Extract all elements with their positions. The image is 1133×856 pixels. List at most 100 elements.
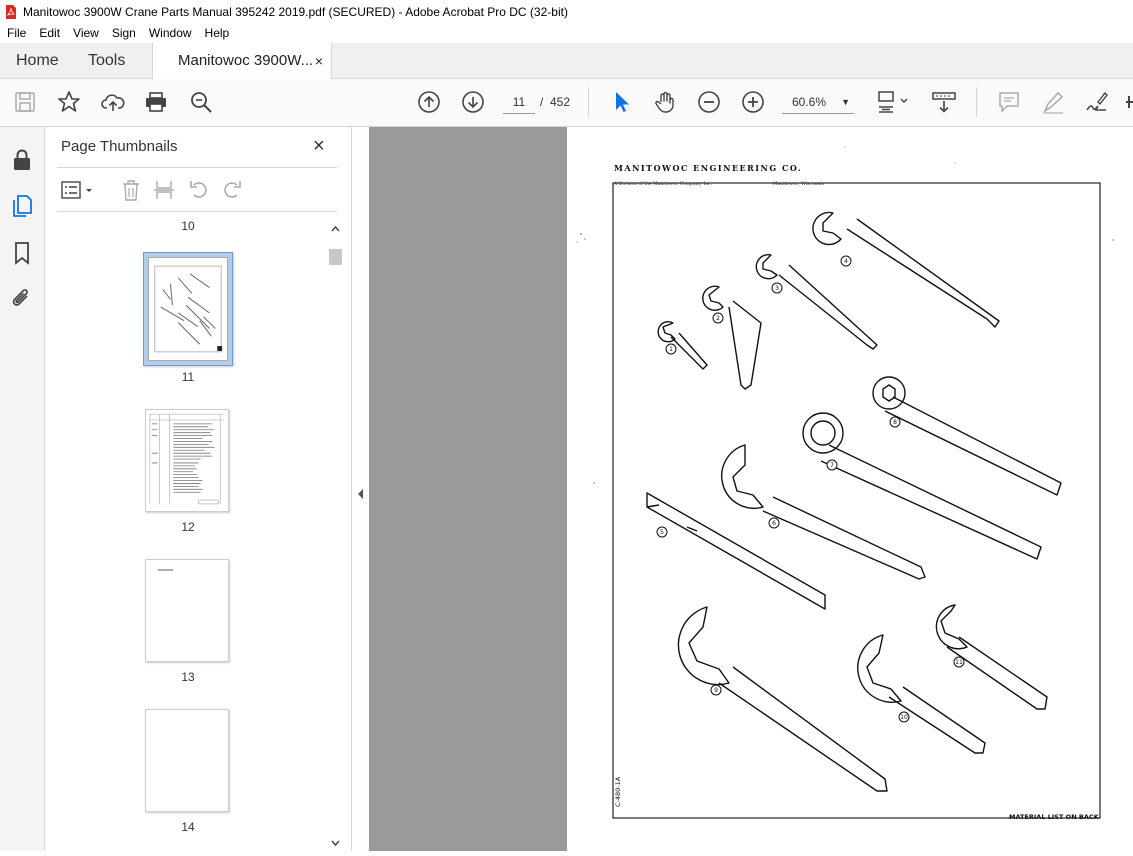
lock-icon[interactable] [9, 147, 35, 173]
chevron-down-icon: ▼ [841, 97, 850, 107]
more-tools-icon[interactable] [1126, 89, 1133, 115]
wrench-drawing-preview [154, 265, 223, 353]
window-title-bar: Manitowoc 3900W Crane Parts Manual 39524… [0, 0, 1133, 23]
menu-sign[interactable]: Sign [105, 26, 142, 40]
hand-icon[interactable] [652, 89, 678, 115]
delete-page-icon[interactable] [120, 179, 142, 201]
zoom-select[interactable]: 60.6% ▼ [782, 90, 854, 114]
callout-1: 1 [669, 346, 673, 353]
document-page[interactable]: MANITOWOC ENGINEERING CO. A Division of … [567, 127, 1133, 851]
options-menu-icon[interactable] [61, 179, 95, 201]
wrench-1 [670, 332, 708, 370]
menu-bar: File Edit View Sign Window Help [0, 23, 1133, 43]
doc-footer: MATERIAL LIST ON BACK [1009, 813, 1100, 821]
wrench-7 [820, 444, 1042, 560]
window-title: Manitowoc 3900W Crane Parts Manual 39524… [23, 4, 568, 19]
wrench-8 [884, 396, 1062, 496]
callout-3: 3 [775, 285, 779, 292]
zoom-out-icon[interactable] [696, 89, 722, 115]
page-thumbnails-icon[interactable] [9, 193, 35, 219]
select-cursor-icon[interactable] [608, 89, 634, 115]
fit-page-icon[interactable] [876, 89, 912, 115]
doc-subheader-right: Manitowoc, Wisconsin [773, 181, 824, 187]
wrench-drawing: MANITOWOC ENGINEERING CO. A Division of … [576, 146, 1114, 821]
doc-header: MANITOWOC ENGINEERING CO. [614, 163, 802, 173]
chevron-left-icon [358, 489, 363, 499]
tab-document-label: Manitowoc 3900W... [178, 52, 314, 69]
scroll-mode-icon[interactable] [930, 89, 958, 115]
rotate-clockwise-icon[interactable] [221, 179, 243, 201]
zoom-value: 60.6% [792, 95, 827, 109]
search-zoom-icon[interactable] [188, 89, 214, 115]
wrench-6 [762, 496, 926, 580]
panel-divider [57, 211, 337, 212]
document-viewer-background [369, 127, 567, 851]
comment-icon[interactable] [996, 89, 1022, 115]
doc-subheader-left: A Division of the Manitowoc Company, Inc… [613, 181, 713, 187]
callout-2: 2 [716, 315, 720, 322]
thumbnail-list: 10 11 12 13 14 [57, 215, 331, 851]
menu-help[interactable]: Help [198, 26, 236, 40]
upload-icon[interactable] [100, 89, 126, 115]
rotate-counterclockwise-icon[interactable] [188, 179, 210, 201]
star-icon[interactable] [56, 89, 82, 115]
wrench-2 [728, 300, 762, 390]
tab-tools[interactable]: Tools [88, 43, 125, 79]
thumbnail-scrollbar[interactable] [328, 222, 343, 851]
toolbar-divider [976, 87, 977, 117]
menu-edit[interactable]: Edit [32, 26, 66, 40]
panel-divider [57, 167, 337, 168]
tab-close-icon[interactable]: × [315, 43, 323, 79]
callout-7: 7 [830, 462, 834, 469]
callout-8: 8 [893, 419, 897, 426]
sign-icon[interactable] [1084, 89, 1110, 115]
thumbnail-page-14[interactable] [145, 709, 229, 812]
thumbnail-page-11[interactable] [143, 252, 233, 366]
thumbnail-label: 11 [181, 370, 195, 384]
thumbnail-page-13[interactable] [145, 559, 229, 662]
thumbnail-label: 14 [181, 820, 195, 834]
callout-6: 6 [772, 520, 776, 527]
page-preview [157, 569, 174, 571]
print-icon[interactable] [143, 89, 169, 115]
callout-4: 4 [844, 258, 848, 265]
thumbnail-page-12[interactable] [145, 409, 229, 512]
zoom-in-icon[interactable] [740, 89, 766, 115]
wrench-5 [646, 492, 826, 610]
menu-file[interactable]: File [0, 26, 32, 40]
save-icon[interactable] [12, 89, 38, 115]
attachment-icon[interactable] [9, 286, 35, 312]
tab-document[interactable]: Manitowoc 3900W... × [152, 43, 332, 80]
page-thumbnails-panel: Page Thumbnails × 10 11 12 13 14 [45, 127, 352, 851]
close-icon[interactable]: × [313, 135, 325, 158]
drawing-frame [612, 182, 1101, 819]
menu-window[interactable]: Window [142, 26, 198, 40]
page-down-icon[interactable] [460, 89, 486, 115]
tab-bar: Home Tools Manitowoc 3900W... × [0, 43, 1133, 80]
menu-view[interactable]: View [66, 26, 105, 40]
extract-page-icon[interactable] [153, 179, 175, 201]
page-up-icon[interactable] [416, 89, 442, 115]
wrench-3 [778, 264, 878, 350]
thumbnail-label: 10 [181, 219, 195, 233]
thumbnail-label: 13 [181, 670, 195, 684]
tab-home[interactable]: Home [16, 43, 59, 79]
callout-9: 9 [714, 687, 718, 694]
thumbnail-label: 12 [181, 520, 195, 534]
panel-collapse-handle[interactable] [352, 127, 369, 851]
panel-title: Page Thumbnails [61, 138, 178, 155]
thumbnail-preview [148, 257, 228, 361]
page-total: 452 [550, 95, 571, 109]
page-number-input[interactable]: 11 [503, 90, 535, 114]
wrench-4 [846, 218, 1000, 328]
doc-side-code: C-480-1A [614, 776, 622, 807]
page-separator: / [540, 95, 544, 109]
toolbar-divider [588, 87, 589, 117]
callout-10: 10 [900, 714, 908, 721]
scroll-up-icon [331, 225, 340, 232]
bookmark-icon[interactable] [9, 240, 35, 266]
parts-list-preview [149, 413, 225, 505]
callout-11: 11 [955, 659, 963, 666]
scrollbar-thumb [329, 249, 342, 265]
highlight-icon[interactable] [1040, 89, 1066, 115]
